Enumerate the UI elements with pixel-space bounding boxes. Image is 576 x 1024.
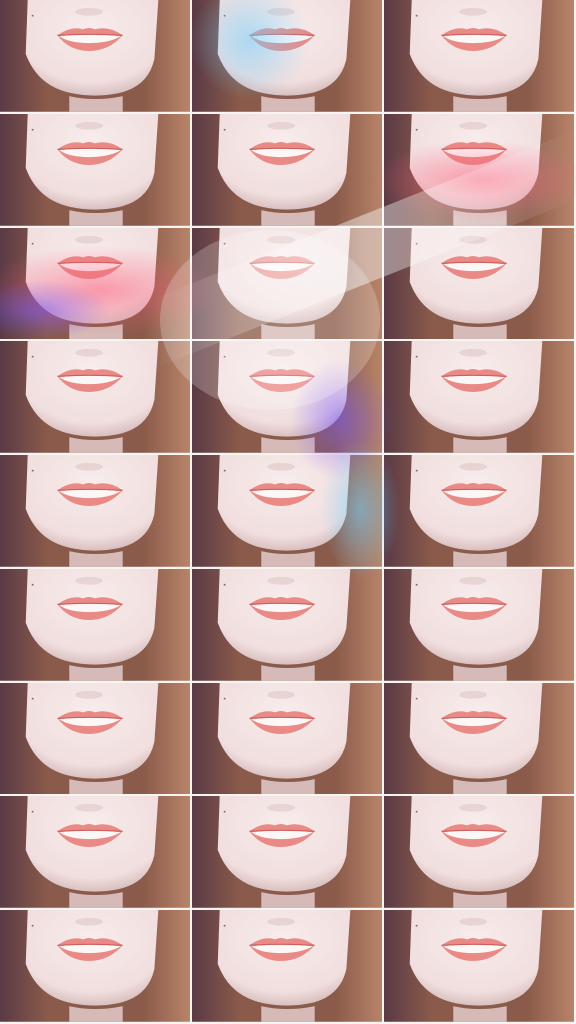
photo-tile [384, 455, 576, 569]
photo-tile [192, 568, 384, 683]
photo-tile [0, 455, 192, 569]
photo-tile [384, 796, 576, 911]
photo-tile [0, 113, 192, 228]
lips-photo [192, 227, 382, 340]
photo-tile [384, 682, 576, 797]
lips-photo [192, 0, 382, 112]
lips-photo [0, 341, 190, 454]
lips-photo [192, 341, 382, 454]
lips-photo [192, 455, 382, 567]
photo-tile [192, 910, 384, 1024]
lips-photo [0, 682, 190, 795]
lips-photo [384, 227, 574, 340]
photo-tile [192, 0, 384, 114]
lips-photo [0, 568, 190, 681]
photo-tile [0, 227, 192, 342]
lips-photo [0, 113, 190, 226]
photo-tile [384, 0, 576, 114]
lips-photo [384, 796, 574, 909]
lips-photo [192, 682, 382, 795]
lips-photo [384, 341, 574, 454]
lips-photo [192, 796, 382, 909]
photo-tile [0, 341, 192, 456]
photo-tile [192, 796, 384, 911]
lips-photo [0, 910, 190, 1022]
lips-photo [0, 227, 190, 340]
lips-photo [384, 682, 574, 795]
lips-photo [192, 113, 382, 226]
lips-photo [384, 455, 574, 567]
lips-photo [384, 0, 574, 112]
photo-tile [192, 113, 384, 228]
photo-tile [192, 341, 384, 456]
photo-tile [384, 910, 576, 1024]
photo-tile [0, 568, 192, 683]
lips-photo [384, 910, 574, 1022]
photo-tile [384, 341, 576, 456]
photo-tile [0, 0, 192, 114]
photo-tile [0, 682, 192, 797]
photo-tile [384, 113, 576, 228]
photo-tile [384, 227, 576, 342]
lips-photo [192, 910, 382, 1022]
lips-photo [0, 0, 190, 112]
photo-tile [0, 796, 192, 911]
collage [0, 0, 576, 1024]
photo-tile [384, 568, 576, 683]
lips-photo [192, 568, 382, 681]
photo-tile [0, 910, 192, 1024]
photo-tile [192, 227, 384, 342]
lips-photo [0, 455, 190, 567]
lips-photo [384, 113, 574, 226]
lips-photo [0, 796, 190, 909]
photo-tile [192, 455, 384, 569]
lips-photo [384, 568, 574, 681]
photo-grid [0, 0, 576, 1024]
photo-tile [192, 682, 384, 797]
